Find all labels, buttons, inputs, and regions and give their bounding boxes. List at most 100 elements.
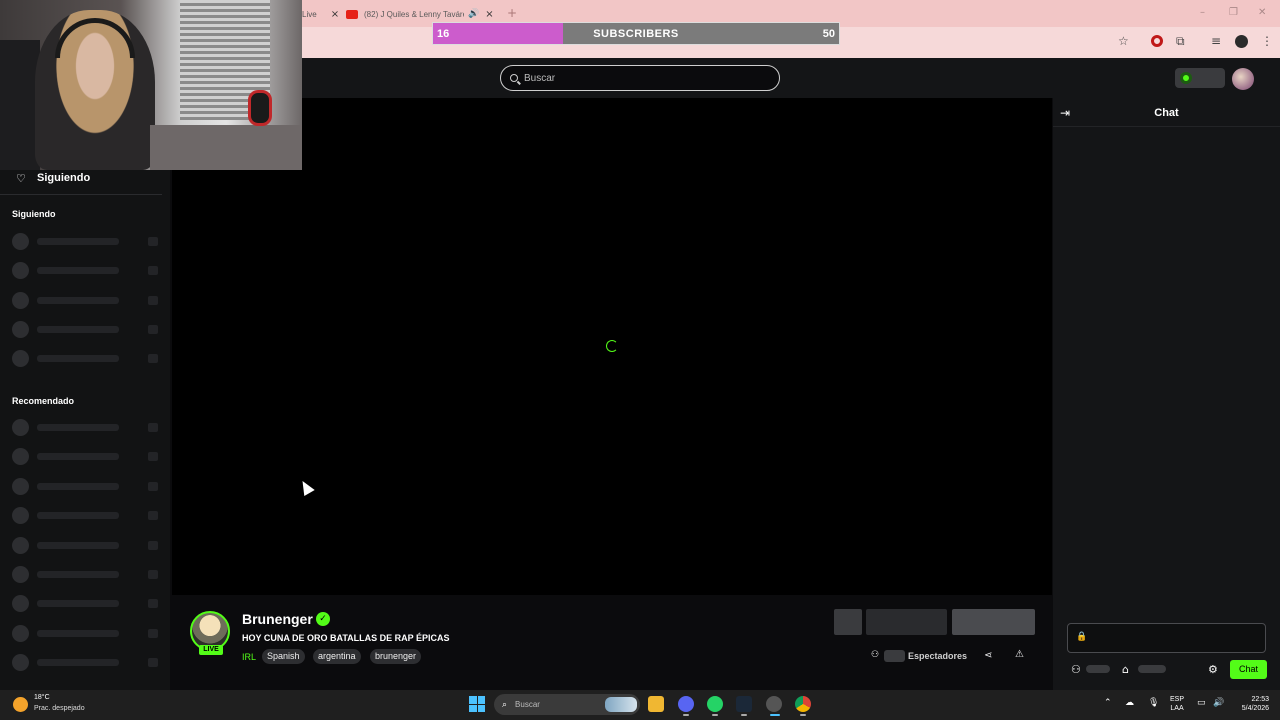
name-placeholder <box>37 453 119 461</box>
user-avatar[interactable] <box>1232 68 1254 90</box>
gift-button-placeholder[interactable] <box>866 609 947 635</box>
chevron-up-icon[interactable]: ⌃ <box>1104 698 1112 708</box>
media-icon[interactable]: ≡ <box>1211 34 1221 48</box>
windows-start-icon[interactable] <box>469 696 485 712</box>
tab-close-icon[interactable]: × <box>485 9 493 20</box>
sidebar-channel-placeholder[interactable] <box>12 291 162 309</box>
steam-icon[interactable] <box>736 696 752 712</box>
weather-desc: Prac. despejado <box>34 705 85 712</box>
avatar-placeholder <box>12 291 29 309</box>
sidebar-channel-placeholder[interactable] <box>12 624 162 642</box>
cloud-icon[interactable]: ☁ <box>1125 698 1134 708</box>
viewer-placeholder <box>148 423 158 432</box>
avatar-placeholder <box>12 536 29 554</box>
chat-input[interactable] <box>1067 623 1266 653</box>
name-placeholder <box>37 629 119 637</box>
chat-send-button[interactable]: Chat <box>1230 660 1267 679</box>
tab-youtube[interactable]: (82) J Quiles & Lenny Tavárez 🔊 × <box>346 4 506 24</box>
clock[interactable]: 22:53 5/4/2026 <box>1233 695 1269 713</box>
chrome-icon[interactable] <box>795 696 811 712</box>
volume-icon[interactable]: 🔊 <box>1213 698 1224 708</box>
channel-name[interactable]: Brunenger <box>242 611 313 627</box>
sidebar-channel-placeholder[interactable] <box>12 536 162 554</box>
weather-icon[interactable] <box>13 697 28 712</box>
name-placeholder <box>37 355 119 363</box>
sidebar-channel-placeholder[interactable] <box>12 477 162 495</box>
search-box[interactable] <box>500 65 780 91</box>
avatar-placeholder <box>12 448 29 466</box>
sidebar-channel-placeholder[interactable] <box>12 419 162 436</box>
share-icon[interactable]: ⋖ <box>984 650 992 661</box>
avatar-placeholder <box>12 320 29 338</box>
viewer-placeholder <box>148 266 158 276</box>
tag-chip[interactable]: argentina <box>313 649 361 664</box>
viewer-placeholder <box>148 237 158 246</box>
sidebar-channel-placeholder[interactable] <box>12 595 162 613</box>
name-placeholder <box>37 571 119 578</box>
opera-extension-icon[interactable] <box>1151 35 1163 47</box>
app-running-indicator <box>770 714 780 716</box>
sidebar-following-button[interactable]: ♡ Siguiendo <box>0 170 170 188</box>
name-placeholder <box>37 296 119 304</box>
menu-icon[interactable]: ⋮ <box>1261 34 1273 48</box>
avatar-placeholder <box>12 507 29 525</box>
viewer-count-placeholder <box>884 650 905 662</box>
category-link[interactable]: IRL <box>242 652 256 662</box>
star-icon[interactable]: ☆ <box>1118 34 1129 48</box>
store-icon[interactable]: ⌂ <box>1122 663 1129 676</box>
tab-live-label: Live <box>302 9 317 19</box>
new-tab-button[interactable]: + <box>507 6 517 20</box>
viewer-placeholder <box>148 570 158 579</box>
viewers-label: Espectadores <box>908 651 968 661</box>
verified-icon: ✓ <box>316 612 330 626</box>
tab-close-icon[interactable]: × <box>331 9 339 20</box>
close-window-button[interactable]: ✕ <box>1258 7 1266 18</box>
minimize-button[interactable]: – <box>1200 7 1205 18</box>
sidebar-channel-placeholder[interactable] <box>12 448 162 466</box>
notification-button-placeholder[interactable] <box>834 609 862 635</box>
taskbar-search[interactable]: ⌕ Buscar <box>494 694 640 715</box>
search-input[interactable] <box>524 72 764 84</box>
sidebar-channel-placeholder[interactable] <box>12 507 162 525</box>
chat-settings-icon[interactable]: ⚙ <box>1208 663 1218 676</box>
whatsapp-icon[interactable] <box>707 696 723 712</box>
stream-title: HOY CUNA DE ORO BATALLAS DE RAP ÉPICAS <box>242 633 450 643</box>
sidebar-channel-placeholder[interactable] <box>12 350 162 368</box>
sidebar-channel-placeholder[interactable] <box>12 233 162 250</box>
taskbar <box>0 690 1280 720</box>
viewer-placeholder <box>148 511 158 521</box>
chat-users-icon[interactable]: ⚇ <box>1071 663 1081 676</box>
tag-chip[interactable]: brunenger <box>370 649 422 664</box>
microphone-icon[interactable]: 🎙 <box>1148 698 1159 708</box>
discord-icon[interactable] <box>678 696 694 712</box>
follow-button-placeholder[interactable] <box>952 609 1035 635</box>
name-placeholder <box>37 325 119 333</box>
avatar-placeholder <box>12 595 29 613</box>
subscribers-current: 16 <box>437 28 450 40</box>
speaker-icon[interactable]: 🔊 <box>468 9 479 19</box>
loading-spinner-icon <box>606 340 618 352</box>
wallet-button[interactable] <box>1175 68 1225 88</box>
sidebar-channel-placeholder[interactable] <box>12 262 162 280</box>
maximize-button[interactable]: ❐ <box>1229 7 1238 18</box>
browser-profile-icon[interactable] <box>1235 35 1248 48</box>
language-indicator[interactable]: ESP LAA <box>1170 695 1184 713</box>
tab-live[interactable]: Live × <box>302 4 344 24</box>
obs-icon[interactable] <box>766 696 782 712</box>
sidebar-channel-placeholder[interactable] <box>12 320 162 338</box>
viewer-placeholder <box>148 540 158 550</box>
taskbar-search-placeholder: Buscar <box>515 700 540 709</box>
sidebar-channel-placeholder[interactable] <box>12 654 162 672</box>
network-icon[interactable]: ▭ <box>1197 698 1206 708</box>
extension-icon[interactable]: ⧉ <box>1176 34 1185 49</box>
tab-youtube-label: (82) J Quiles & Lenny Tavárez <box>364 9 464 19</box>
chat-tool-placeholder <box>1086 665 1110 673</box>
sidebar-channel-placeholder[interactable] <box>12 566 162 583</box>
viewer-placeholder <box>148 599 158 609</box>
kick-coin-icon <box>1180 72 1192 84</box>
recommended-section-title: Recomendado <box>12 396 75 406</box>
report-icon[interactable]: ⚠ <box>1015 649 1024 660</box>
file-explorer-icon[interactable] <box>648 696 664 712</box>
name-placeholder <box>37 541 119 549</box>
tag-chip[interactable]: Spanish <box>262 649 305 664</box>
